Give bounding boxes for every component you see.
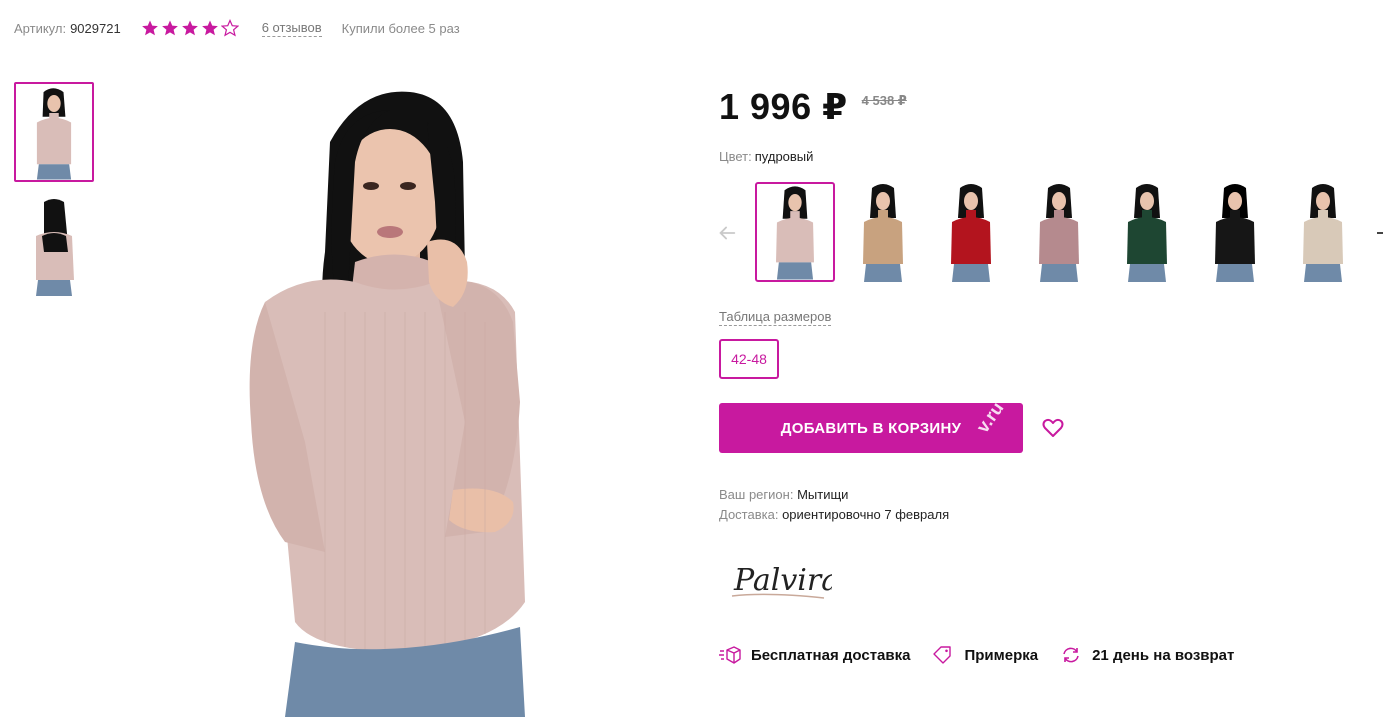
gallery-thumbnails: [14, 82, 94, 310]
star-filled-icon: [141, 20, 158, 36]
model-swatch-image: [757, 184, 833, 280]
feature-try-on: Примерка: [932, 646, 1038, 664]
sku-label: Артикул:: [14, 20, 67, 36]
size-option-button[interactable]: 42-48: [719, 339, 779, 379]
model-swatch-image: [843, 182, 923, 282]
color-swatch[interactable]: [1019, 182, 1099, 282]
color-swatch[interactable]: [755, 182, 835, 282]
watermark-text: v.ru: [972, 403, 1008, 437]
model-swatch-image: [931, 182, 1011, 282]
brand-logo[interactable]: Palvira: [728, 552, 832, 608]
arrow-left-icon[interactable]: [716, 222, 738, 244]
feature-list: Бесплатная доставка Примерка 21 день на …: [719, 646, 1256, 664]
color-swatch[interactable]: [1107, 182, 1187, 282]
current-price: 1 996 ₽: [719, 86, 848, 127]
delivery-value: ориентировочно 7 февраля: [782, 507, 950, 522]
reviews-link[interactable]: 6 отзывов: [261, 20, 322, 37]
add-to-cart-label: ДОБАВИТЬ В КОРЗИНУ: [780, 419, 962, 437]
model-swatch-image: [1283, 182, 1363, 282]
model-swatch-image: [1195, 182, 1275, 282]
tag-icon: [933, 646, 952, 664]
star-empty-icon: [220, 19, 239, 37]
size-table-link[interactable]: Таблица размеров: [719, 309, 832, 326]
color-label: Цвет:: [719, 149, 752, 164]
color-swatch[interactable]: [1195, 182, 1275, 282]
bought-count: Купили более 5 раз: [341, 20, 460, 36]
product-meta-row: Артикул: 9029721 6 отзывов Купили более …: [14, 19, 460, 37]
star-filled-icon: [181, 20, 198, 36]
delivery-info: Ваш регион: Мытищи Доставка: ориентирово…: [719, 485, 949, 525]
delivery-label: Доставка:: [719, 507, 779, 522]
heart-icon[interactable]: [1041, 416, 1065, 440]
sku-value: 9029721: [70, 20, 121, 36]
refresh-icon: [1063, 647, 1079, 663]
feature-return: 21 день на возврат: [1060, 646, 1234, 664]
gallery-thumb-front[interactable]: [14, 82, 94, 182]
model-back-image: [14, 196, 94, 296]
color-swatch[interactable]: [843, 182, 923, 282]
star-filled-icon: [161, 20, 178, 36]
model-front-image: [16, 84, 92, 180]
color-row: Цвет: пудровый: [719, 149, 813, 164]
gallery-thumb-back[interactable]: [14, 196, 94, 296]
main-product-photo[interactable]: [195, 82, 645, 717]
region-label: Ваш регион:: [719, 487, 794, 502]
color-swatches: [755, 182, 1371, 282]
feature-label: Бесплатная доставка: [751, 646, 911, 664]
svg-text:Palvira: Palvira: [733, 563, 832, 598]
color-swatch[interactable]: [1283, 182, 1363, 282]
arrow-right-icon[interactable]: [1376, 226, 1384, 240]
star-filled-icon: [201, 20, 218, 36]
feature-free-delivery: Бесплатная доставка: [719, 646, 910, 664]
color-swatch[interactable]: [931, 182, 1011, 282]
region-value[interactable]: Мытищи: [797, 487, 848, 502]
price-row: 1 996 ₽ 4 538 ₽: [719, 87, 907, 127]
feature-label: Примерка: [964, 646, 1039, 664]
old-price: 4 538 ₽: [861, 93, 907, 108]
color-value: пудровый: [754, 149, 814, 164]
rating-stars: [141, 19, 239, 37]
add-to-cart-button[interactable]: ДОБАВИТЬ В КОРЗИНУ v.ru: [719, 403, 1023, 453]
box-icon: [719, 646, 741, 664]
model-swatch-image: [1019, 182, 1099, 282]
model-main-image: [195, 82, 645, 717]
feature-label: 21 день на возврат: [1092, 646, 1235, 664]
model-swatch-image: [1107, 182, 1187, 282]
